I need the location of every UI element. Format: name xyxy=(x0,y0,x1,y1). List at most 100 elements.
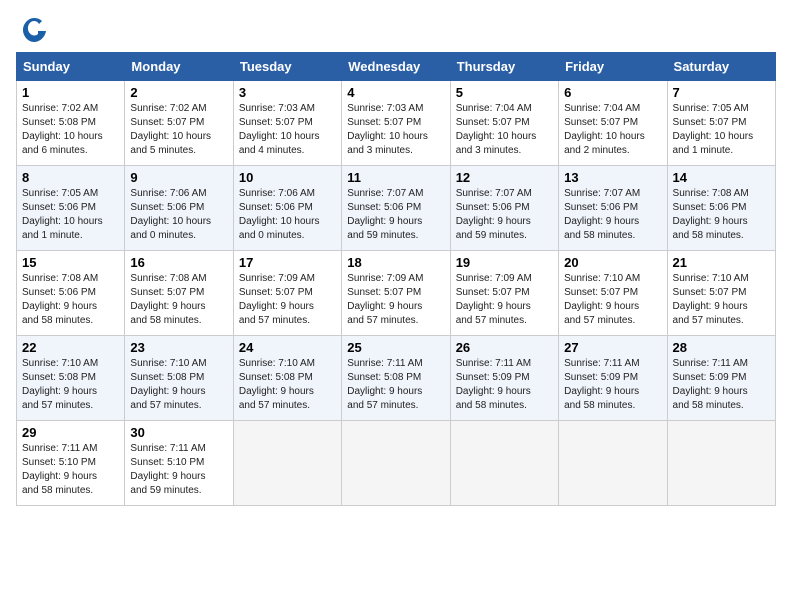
calendar-cell: 15 Sunrise: 7:08 AM Sunset: 5:06 PM Dayli… xyxy=(17,251,125,336)
day-info: Sunrise: 7:08 AM Sunset: 5:06 PM Dayligh… xyxy=(673,187,770,243)
calendar-cell: 4Sunrise: 7:03 AM Sunset: 5:07 PM Daylig… xyxy=(342,81,450,166)
day-info: Sunrise: 7:09 AM Sunset: 5:07 PM Dayligh… xyxy=(456,272,553,328)
day-number: 12 xyxy=(456,170,553,185)
calendar-cell: 11 Sunrise: 7:07 AM Sunset: 5:06 PM Dayli… xyxy=(342,166,450,251)
day-info: Sunrise: 7:11 AM Sunset: 5:08 PM Dayligh… xyxy=(347,357,444,413)
calendar-cell: 14 Sunrise: 7:08 AM Sunset: 5:06 PM Dayli… xyxy=(667,166,775,251)
day-info: Sunrise: 7:02 AM Sunset: 5:07 PM Dayligh… xyxy=(130,102,227,158)
calendar-cell: 2 Sunrise: 7:02 AM Sunset: 5:07 PM Daylig… xyxy=(125,81,233,166)
logo-icon xyxy=(20,16,48,44)
day-info: Sunrise: 7:08 AM Sunset: 5:06 PM Dayligh… xyxy=(22,272,119,328)
calendar-cell xyxy=(667,421,775,506)
day-number: 28 xyxy=(673,340,770,355)
day-number: 16 xyxy=(130,255,227,270)
calendar-header: SundayMondayTuesdayWednesdayThursdayFrid… xyxy=(17,53,776,81)
weekday-header-row: SundayMondayTuesdayWednesdayThursdayFrid… xyxy=(17,53,776,81)
day-info: Sunrise: 7:10 AM Sunset: 5:08 PM Dayligh… xyxy=(239,357,336,413)
calendar-cell: 24 Sunrise: 7:10 AM Sunset: 5:08 PM Dayli… xyxy=(233,336,341,421)
day-number: 2 xyxy=(130,85,227,100)
day-number: 15 xyxy=(22,255,119,270)
day-number: 25 xyxy=(347,340,444,355)
calendar-cell: 20 Sunrise: 7:10 AM Sunset: 5:07 PM Dayli… xyxy=(559,251,667,336)
calendar-cell: 10Sunrise: 7:06 AM Sunset: 5:06 PM Dayli… xyxy=(233,166,341,251)
calendar-cell: 18 Sunrise: 7:09 AM Sunset: 5:07 PM Dayli… xyxy=(342,251,450,336)
day-info: Sunrise: 7:02 AM Sunset: 5:08 PM Dayligh… xyxy=(22,102,119,158)
calendar-cell: 23Sunrise: 7:10 AM Sunset: 5:08 PM Dayli… xyxy=(125,336,233,421)
day-number: 5 xyxy=(456,85,553,100)
calendar-table: SundayMondayTuesdayWednesdayThursdayFrid… xyxy=(16,52,776,506)
day-number: 26 xyxy=(456,340,553,355)
day-info: Sunrise: 7:11 AM Sunset: 5:09 PM Dayligh… xyxy=(564,357,661,413)
logo xyxy=(16,16,48,44)
day-info: Sunrise: 7:04 AM Sunset: 5:07 PM Dayligh… xyxy=(456,102,553,158)
day-info: Sunrise: 7:11 AM Sunset: 5:10 PM Dayligh… xyxy=(22,442,119,498)
calendar-cell: 7Sunrise: 7:05 AM Sunset: 5:07 PM Daylig… xyxy=(667,81,775,166)
calendar-cell: 29Sunrise: 7:11 AM Sunset: 5:10 PM Dayli… xyxy=(17,421,125,506)
day-number: 22 xyxy=(22,340,119,355)
day-info: Sunrise: 7:03 AM Sunset: 5:07 PM Dayligh… xyxy=(239,102,336,158)
day-number: 6 xyxy=(564,85,661,100)
week-row-2: 8Sunrise: 7:05 AM Sunset: 5:06 PM Daylig… xyxy=(17,166,776,251)
week-row-4: 22 Sunrise: 7:10 AM Sunset: 5:08 PM Dayli… xyxy=(17,336,776,421)
day-info: Sunrise: 7:07 AM Sunset: 5:06 PM Dayligh… xyxy=(347,187,444,243)
calendar-cell xyxy=(450,421,558,506)
calendar-body: 1 Sunrise: 7:02 AM Sunset: 5:08 PM Daylig… xyxy=(17,81,776,506)
calendar-cell: 27 Sunrise: 7:11 AM Sunset: 5:09 PM Dayli… xyxy=(559,336,667,421)
day-info: Sunrise: 7:05 AM Sunset: 5:07 PM Dayligh… xyxy=(673,102,770,158)
day-info: Sunrise: 7:10 AM Sunset: 5:08 PM Dayligh… xyxy=(22,357,119,413)
day-info: Sunrise: 7:10 AM Sunset: 5:07 PM Dayligh… xyxy=(564,272,661,328)
calendar-cell: 19 Sunrise: 7:09 AM Sunset: 5:07 PM Dayli… xyxy=(450,251,558,336)
calendar-cell: 16 Sunrise: 7:08 AM Sunset: 5:07 PM Dayli… xyxy=(125,251,233,336)
calendar-cell xyxy=(233,421,341,506)
calendar-cell: 12 Sunrise: 7:07 AM Sunset: 5:06 PM Dayli… xyxy=(450,166,558,251)
day-number: 11 xyxy=(347,170,444,185)
day-number: 17 xyxy=(239,255,336,270)
day-number: 30 xyxy=(130,425,227,440)
calendar-cell: 6 Sunrise: 7:04 AM Sunset: 5:07 PM Daylig… xyxy=(559,81,667,166)
day-number: 24 xyxy=(239,340,336,355)
day-info: Sunrise: 7:03 AM Sunset: 5:07 PM Dayligh… xyxy=(347,102,444,158)
calendar-cell: 1 Sunrise: 7:02 AM Sunset: 5:08 PM Daylig… xyxy=(17,81,125,166)
day-info: Sunrise: 7:11 AM Sunset: 5:10 PM Dayligh… xyxy=(130,442,227,498)
day-info: Sunrise: 7:04 AM Sunset: 5:07 PM Dayligh… xyxy=(564,102,661,158)
day-info: Sunrise: 7:10 AM Sunset: 5:07 PM Dayligh… xyxy=(673,272,770,328)
weekday-monday: Monday xyxy=(125,53,233,81)
day-info: Sunrise: 7:08 AM Sunset: 5:07 PM Dayligh… xyxy=(130,272,227,328)
week-row-5: 29Sunrise: 7:11 AM Sunset: 5:10 PM Dayli… xyxy=(17,421,776,506)
weekday-wednesday: Wednesday xyxy=(342,53,450,81)
calendar-cell: 22 Sunrise: 7:10 AM Sunset: 5:08 PM Dayli… xyxy=(17,336,125,421)
day-number: 3 xyxy=(239,85,336,100)
day-info: Sunrise: 7:07 AM Sunset: 5:06 PM Dayligh… xyxy=(564,187,661,243)
calendar-cell: 8Sunrise: 7:05 AM Sunset: 5:06 PM Daylig… xyxy=(17,166,125,251)
day-info: Sunrise: 7:09 AM Sunset: 5:07 PM Dayligh… xyxy=(239,272,336,328)
day-number: 27 xyxy=(564,340,661,355)
day-number: 21 xyxy=(673,255,770,270)
weekday-tuesday: Tuesday xyxy=(233,53,341,81)
day-info: Sunrise: 7:09 AM Sunset: 5:07 PM Dayligh… xyxy=(347,272,444,328)
day-info: Sunrise: 7:10 AM Sunset: 5:08 PM Dayligh… xyxy=(130,357,227,413)
calendar-cell: 17 Sunrise: 7:09 AM Sunset: 5:07 PM Dayli… xyxy=(233,251,341,336)
day-info: Sunrise: 7:11 AM Sunset: 5:09 PM Dayligh… xyxy=(456,357,553,413)
calendar-cell: 13 Sunrise: 7:07 AM Sunset: 5:06 PM Dayli… xyxy=(559,166,667,251)
weekday-saturday: Saturday xyxy=(667,53,775,81)
calendar-cell xyxy=(559,421,667,506)
day-number: 19 xyxy=(456,255,553,270)
day-number: 18 xyxy=(347,255,444,270)
day-number: 10 xyxy=(239,170,336,185)
calendar-cell xyxy=(342,421,450,506)
calendar-cell: 26 Sunrise: 7:11 AM Sunset: 5:09 PM Dayli… xyxy=(450,336,558,421)
day-info: Sunrise: 7:06 AM Sunset: 5:06 PM Dayligh… xyxy=(130,187,227,243)
day-number: 1 xyxy=(22,85,119,100)
header xyxy=(16,16,776,44)
day-number: 13 xyxy=(564,170,661,185)
calendar-cell: 30 Sunrise: 7:11 AM Sunset: 5:10 PM Dayli… xyxy=(125,421,233,506)
day-info: Sunrise: 7:11 AM Sunset: 5:09 PM Dayligh… xyxy=(673,357,770,413)
weekday-friday: Friday xyxy=(559,53,667,81)
day-number: 14 xyxy=(673,170,770,185)
week-row-1: 1 Sunrise: 7:02 AM Sunset: 5:08 PM Daylig… xyxy=(17,81,776,166)
week-row-3: 15 Sunrise: 7:08 AM Sunset: 5:06 PM Dayli… xyxy=(17,251,776,336)
calendar-cell: 28 Sunrise: 7:11 AM Sunset: 5:09 PM Dayli… xyxy=(667,336,775,421)
calendar-cell: 5 Sunrise: 7:04 AM Sunset: 5:07 PM Daylig… xyxy=(450,81,558,166)
day-number: 20 xyxy=(564,255,661,270)
day-info: Sunrise: 7:07 AM Sunset: 5:06 PM Dayligh… xyxy=(456,187,553,243)
